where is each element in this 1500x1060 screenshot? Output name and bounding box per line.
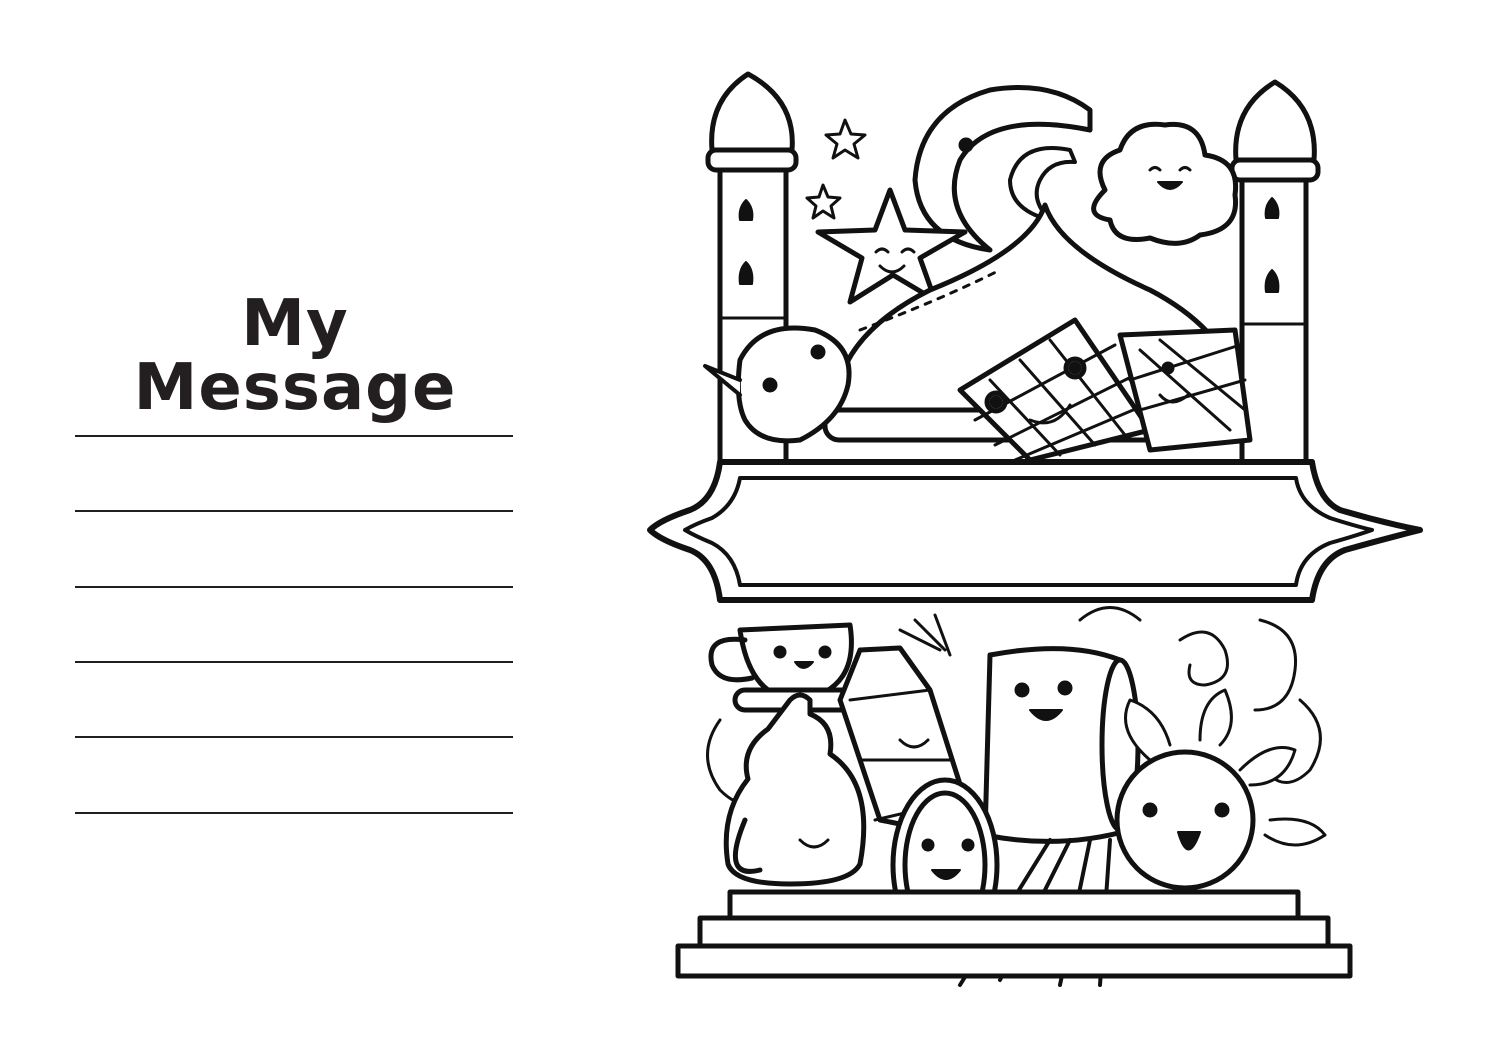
writing-line: [75, 736, 513, 738]
banner-frame-icon: [647, 459, 1423, 603]
mosque-steps-icon: [675, 889, 1353, 979]
writing-line: [75, 586, 513, 588]
cloud-icon: [1091, 121, 1239, 246]
flower-icon: [1114, 688, 1327, 891]
writing-line: [75, 435, 513, 437]
crescent-moon-icon: [912, 85, 1093, 253]
page-title: My Message: [133, 287, 457, 425]
teapot-icon: [723, 692, 867, 887]
teacup-icon: [708, 622, 863, 713]
writing-line: [75, 812, 513, 814]
ramadan-doodle-icon: [647, 71, 1423, 987]
writing-line: [75, 510, 513, 512]
writing-line: [75, 661, 513, 663]
